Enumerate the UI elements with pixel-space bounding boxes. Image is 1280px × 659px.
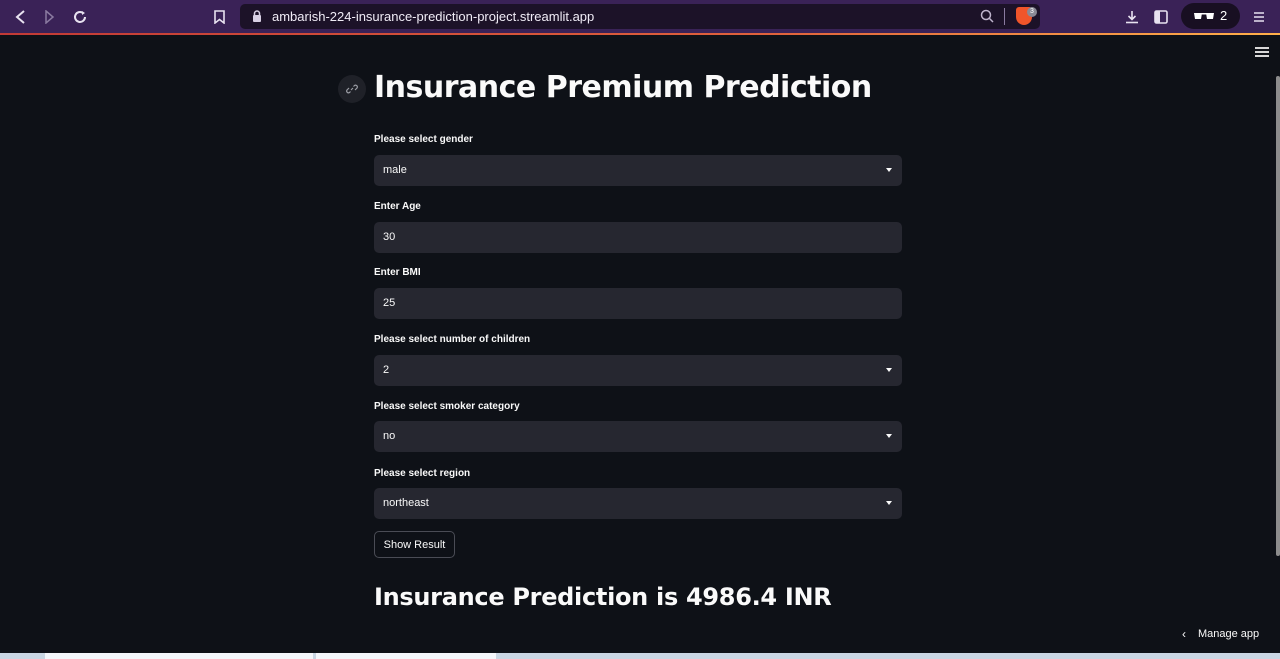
- sidebar-icon[interactable]: [1151, 7, 1171, 27]
- show-result-button[interactable]: Show Result: [374, 531, 455, 558]
- url-text: ambarish-224-insurance-prediction-projec…: [272, 9, 595, 24]
- page-title: Insurance Premium Prediction: [374, 70, 872, 105]
- manage-app-label: Manage app: [1198, 628, 1260, 640]
- private-window-pill[interactable]: 2: [1181, 3, 1240, 29]
- glasses-icon: [1194, 13, 1214, 19]
- smoker-select[interactable]: no: [374, 421, 902, 452]
- smoker-label: Please select smoker category: [374, 401, 520, 412]
- chevron-down-icon: [886, 368, 892, 372]
- menu-icon[interactable]: [1249, 7, 1269, 27]
- manage-app-button[interactable]: ‹ Manage app: [1182, 627, 1259, 641]
- gender-label: Please select gender: [374, 134, 473, 145]
- lock-icon: [253, 10, 261, 22]
- download-icon[interactable]: [1122, 7, 1142, 27]
- chevron-down-icon: [886, 168, 892, 172]
- bmi-label: Enter BMI: [374, 267, 421, 278]
- gender-value: male: [383, 164, 407, 176]
- chevron-down-icon: [886, 434, 892, 438]
- url-separator: [1004, 8, 1005, 25]
- forward-icon[interactable]: [40, 7, 60, 27]
- private-window-count: 2: [1220, 8, 1228, 23]
- address-bar[interactable]: ambarish-224-insurance-prediction-projec…: [240, 4, 1040, 29]
- browser-accent-line: [0, 33, 1280, 35]
- region-select[interactable]: northeast: [374, 488, 902, 519]
- reload-icon[interactable]: [70, 7, 90, 27]
- region-label: Please select region: [374, 468, 471, 479]
- age-value: 30: [383, 231, 396, 243]
- smoker-value: no: [383, 430, 396, 442]
- browser-toolbar: ambarish-224-insurance-prediction-projec…: [0, 0, 1280, 33]
- children-value: 2: [383, 364, 390, 376]
- back-icon[interactable]: [10, 7, 30, 27]
- bookmark-icon[interactable]: [209, 7, 229, 27]
- zoom-icon[interactable]: [980, 9, 994, 23]
- anchor-link-icon[interactable]: [338, 75, 366, 103]
- children-select[interactable]: 2: [374, 355, 902, 386]
- bmi-input[interactable]: 25: [374, 288, 902, 319]
- chevron-left-icon: ‹: [1182, 627, 1186, 641]
- shield-count-badge: 3: [1027, 7, 1037, 17]
- age-label: Enter Age: [374, 201, 421, 212]
- gender-select[interactable]: male: [374, 155, 902, 186]
- region-value: northeast: [383, 497, 429, 509]
- prediction-result: Insurance Prediction is 4986.4 INR: [374, 583, 832, 611]
- bmi-value: 25: [383, 297, 396, 309]
- scrollbar[interactable]: [1276, 76, 1280, 556]
- age-input[interactable]: 30: [374, 222, 902, 253]
- taskbar-strip: [0, 653, 1280, 659]
- app-menu-icon[interactable]: [1255, 47, 1269, 58]
- children-label: Please select number of children: [374, 334, 531, 345]
- chevron-down-icon: [886, 501, 892, 505]
